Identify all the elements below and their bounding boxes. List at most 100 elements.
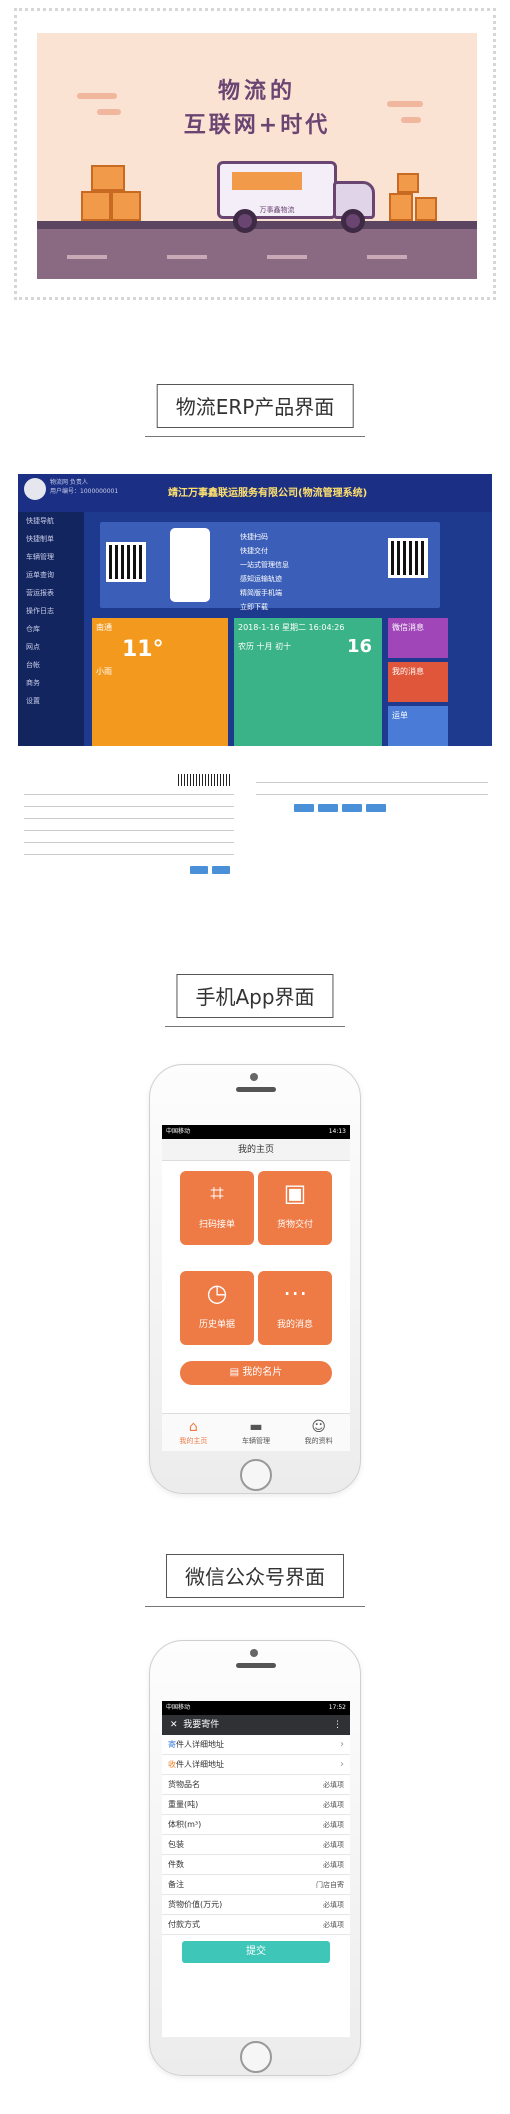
form-row[interactable]: 收件人详细地址 › [162,1755,350,1775]
qr-code-icon [106,542,146,582]
home-button-icon [240,2041,272,2073]
form-row[interactable]: 包装 必填项 [162,1835,350,1855]
erp-sidebar-item[interactable]: 仓库 [18,620,84,638]
erp-sidebar-item[interactable]: 运单查询 [18,566,84,584]
erp-sidebar-item[interactable]: 商务 [18,674,84,692]
user-icon: ☺ [311,1419,326,1435]
erp-banner-line: 快捷扫码 [240,533,268,541]
erp-banner-line: 一站式管理信息 [240,561,289,569]
form-row-value: 必填项 [323,1781,344,1789]
truck-label: 万事鑫物流 [259,206,295,214]
list-button[interactable] [318,804,338,812]
wechat-header: ✕ 我要寄件 ⋮ [162,1715,350,1735]
tile-my-message[interactable]: 我的消息 [388,662,448,702]
erp-company-title: 靖江万事鑫联运服务有限公司(物流管理系统) [168,488,368,499]
speaker-icon [236,1663,276,1668]
road-stripe [367,255,407,259]
form-row[interactable]: 寄件人详细地址 › [162,1735,350,1755]
erp-topbar: 物流网 负责人 用户编号：1000000001 靖江万事鑫联运服务有限公司(物流… [18,474,492,512]
qr-code-icon [388,538,428,578]
tile-waybill[interactable]: 运单 [388,706,448,746]
form-row[interactable]: 重量(吨) 必填项 [162,1795,350,1815]
section-title-erp: 物流ERP产品界面 [156,384,354,428]
erp-sidebar-item[interactable]: 台帐 [18,656,84,674]
form-row-label: 货物品名 [168,1780,200,1789]
form-row-label: 货物价值(万元) [168,1900,223,1909]
home-icon: ⌂ [188,1419,198,1435]
parcel-icon [397,173,419,193]
section-divider [145,436,365,437]
wheel-icon [341,209,365,233]
erp-banner-line: 感知运输轨迹 [240,575,282,583]
speaker-icon [236,1087,276,1092]
tile-my-message[interactable]: ⋯ 我的消息 [258,1271,332,1345]
erp-sidebar-item[interactable]: 快捷制单 [18,530,84,548]
form-row-label: 件数 [168,1860,184,1869]
tile-goods-delivery[interactable]: ▣ 货物交付 [258,1171,332,1245]
erp-sidebar-item[interactable]: 设置 [18,692,84,710]
form-row[interactable]: 体积(m³) 必填项 [162,1815,350,1835]
wechat-phone-mockup: 中国移动 17:52 ✕ 我要寄件 ⋮ 寄件人详细地址 › 收件人详细地址 › 货物品名必… [149,1640,361,2076]
parcel-icon [81,191,111,221]
close-icon[interactable]: ✕ [170,1720,178,1730]
card-icon: ▤ [229,1367,240,1378]
submit-button[interactable]: 提交 [182,1941,330,1963]
chevron-right-icon: › [340,1759,344,1770]
app-phone-mockup: 中国移动 14:13 我的主页 ⌗ 扫码接单 ▣ 货物交付 ◷ 历史单据 ⋯ 我… [149,1064,361,1494]
section-title-app: 手机App界面 [176,974,334,1018]
list-button[interactable] [294,804,314,812]
erp-sidebar-item[interactable]: 快捷导航 [18,512,84,530]
more-icon[interactable]: ⋮ [333,1715,342,1735]
erp-sidebar-item[interactable]: 网点 [18,638,84,656]
tile-history[interactable]: ◷ 历史单据 [180,1271,254,1345]
list-button[interactable] [342,804,362,812]
message-icon: ⋯ [283,1279,307,1307]
form-row[interactable]: 货物价值(万元) 必填项 [162,1895,350,1915]
clock-icon: ◷ [206,1279,228,1307]
form-row[interactable]: 货物品名 必填项 [162,1775,350,1795]
list-button[interactable] [366,804,386,812]
road-stripe [267,255,307,259]
form-row[interactable]: 件数 必填项 [162,1855,350,1875]
parcel-icon [415,197,437,221]
erp-sidebar-item[interactable]: 营运报表 [18,584,84,602]
truck-icon: ▬ [249,1419,263,1435]
app-screen: 中国移动 14:13 我的主页 ⌗ 扫码接单 ▣ 货物交付 ◷ 历史单据 ⋯ 我… [162,1125,350,1451]
form-button[interactable] [212,866,230,874]
banner-title-line1: 物流的 [217,79,296,104]
tab-vehicles[interactable]: ▬ 车辆管理 [225,1414,288,1451]
form-row-value: 必填项 [323,1861,344,1869]
form-row-value: 必填项 [323,1841,344,1849]
erp-sidebar-item[interactable]: 车辆管理 [18,548,84,566]
banner-illustration: 物流的 互联网+时代 万事鑫物流 [37,33,477,279]
form-row[interactable]: 付款方式 必填项 [162,1915,350,1935]
app-page-title: 我的主页 [162,1139,350,1161]
section-divider [165,1026,345,1027]
tab-home[interactable]: ⌂ 我的主页 [162,1414,225,1451]
tab-profile[interactable]: ☺ 我的资料 [287,1414,350,1451]
erp-banner-text: 快捷扫码 快捷交付 一站式管理信息 感知运输轨迹 精简版手机端 立即下载 [240,530,289,614]
section-divider [145,1606,365,1607]
erp-banner-line: 精简版手机端 [240,589,282,597]
section-title-wechat: 微信公众号界面 [166,1554,344,1598]
form-row-label: 包装 [168,1840,184,1849]
road-curb [37,221,477,229]
page: 物流的 互联网+时代 万事鑫物流 物流ERP产品界面 物流网 负责人 用户编号：… [0,0,510,2114]
waybill-list-thumbnail [252,770,492,870]
wechat-screen: 中国移动 17:52 ✕ 我要寄件 ⋮ 寄件人详细地址 › 收件人详细地址 › 货物品名必… [162,1701,350,2037]
phone-icon [170,528,210,602]
calendar-tile: 2018-1-16 星期二 16:04:26 农历 十月 初十 16 [234,618,382,746]
wechat-form: 寄件人详细地址 › 收件人详细地址 › 货物品名 必填项 重量(吨) 必填项 体积(m³) 必填项… [162,1735,350,1935]
banner-frame: 物流的 互联网+时代 万事鑫物流 [14,8,496,300]
road-stripe [67,255,107,259]
erp-sidebar-item[interactable]: 操作日志 [18,602,84,620]
my-card-button[interactable]: ▤ 我的名片 [180,1361,332,1385]
tile-scan-order[interactable]: ⌗ 扫码接单 [180,1171,254,1245]
erp-banner-line: 立即下载 [240,603,268,611]
package-icon: ▣ [283,1179,307,1207]
weather-tile: 南通 11° 小雨 [92,618,228,746]
form-button[interactable] [190,866,208,874]
erp-main: 快捷扫码 快捷交付 一站式管理信息 感知运输轨迹 精简版手机端 立即下载 南通 11° 小… [84,512,492,746]
form-row[interactable]: 备注 门店自寄 [162,1875,350,1895]
tile-wechat-message[interactable]: 微信消息 [388,618,448,658]
